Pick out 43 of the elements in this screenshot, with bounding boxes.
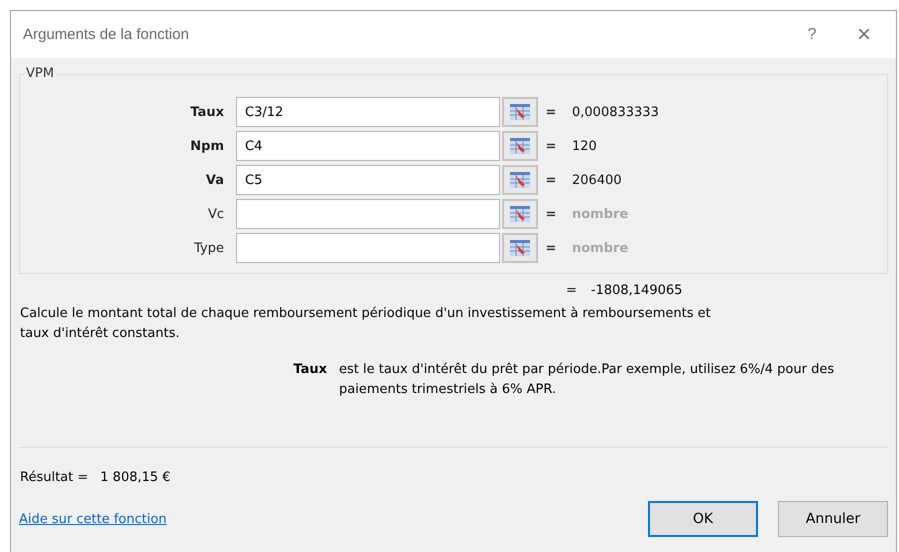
equals-sign: = (544, 138, 558, 154)
range-picker-icon (510, 171, 530, 189)
argument-field[interactable] (236, 199, 500, 229)
argument-result: 120 (571, 138, 598, 154)
argument-label: Npm (189, 138, 225, 154)
range-picker-button[interactable] (502, 131, 538, 161)
argument-label: Va (204, 172, 225, 188)
window-title: Arguments de la fonction (23, 26, 190, 43)
equals-sign: = (544, 104, 558, 120)
cancel-button[interactable]: Annuler (778, 501, 888, 537)
argument-result: 206400 (571, 172, 623, 188)
range-picker-button[interactable] (502, 97, 538, 127)
range-picker-button[interactable] (502, 165, 538, 195)
equals-sign: = (566, 283, 577, 298)
argument-result: 0,000833333 (571, 104, 660, 120)
formula-result: -1808,149065 (590, 283, 682, 298)
range-picker-icon (510, 103, 530, 121)
argument-help-label: Taux (292, 361, 328, 379)
argument-field[interactable]: C3/12 (236, 97, 500, 127)
argument-field[interactable] (236, 233, 500, 263)
equals-sign: = (544, 172, 558, 188)
result-value: 1 808,15 € (100, 470, 171, 485)
equals-sign: = (544, 206, 558, 222)
ok-button[interactable]: OK (648, 501, 758, 537)
close-button[interactable]: × (840, 14, 888, 54)
help-button[interactable]: ? (788, 14, 836, 54)
function-description: Calcule le montant total de chaque remboursement périodique d'un investissement à remboursements et taux d'intérêt constants. (20, 305, 712, 343)
argument-field[interactable]: C4 (236, 131, 500, 161)
argument-result: nombre (571, 240, 630, 256)
range-picker-button[interactable] (502, 199, 538, 229)
argument-result: nombre (571, 206, 630, 222)
argument-label: Taux (189, 104, 225, 120)
range-picker-icon (510, 137, 530, 155)
argument-label: Type (193, 240, 225, 256)
range-picker-icon (510, 239, 530, 257)
argument-help-text: est le taux d'intérêt du prêt par période.Par exemple, utilisez 6%/4 pour des paiements trimestriels à 6% APR. (339, 361, 836, 399)
equals-sign: = (544, 240, 558, 256)
range-picker-button[interactable] (502, 233, 538, 263)
help-link[interactable]: Aide sur cette fonction (19, 512, 648, 526)
argument-label: Vc (206, 206, 225, 222)
argument-field[interactable]: C5 (236, 165, 500, 195)
result-label: Résultat = (20, 470, 88, 485)
range-picker-icon (510, 205, 530, 223)
